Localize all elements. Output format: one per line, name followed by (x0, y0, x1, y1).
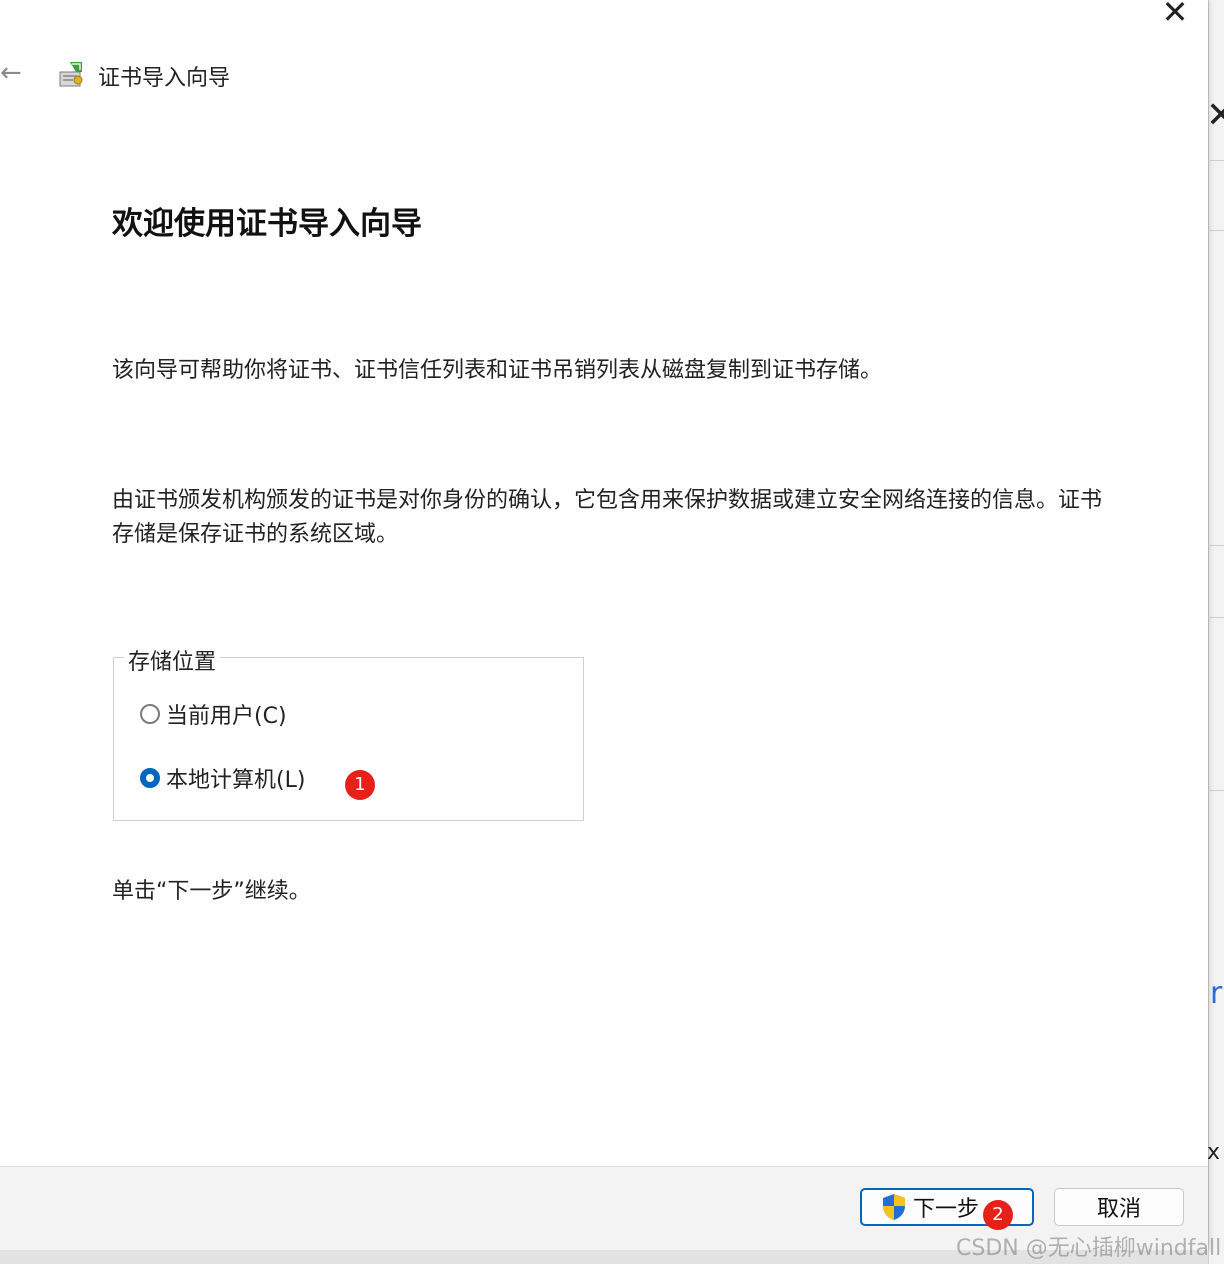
wizard-description: 该向导可帮助你将证书、证书信任列表和证书吊销列表从磁盘复制到证书存储。 (112, 358, 883, 383)
background-divider (1210, 230, 1224, 231)
radio-button-local-machine[interactable] (140, 768, 160, 788)
wizard-explanation: 由证书颁发机构颁发的证书是对你身份的确认，它包含用来保护数据或建立安全网络连接的… (112, 488, 1103, 547)
page-heading: 欢迎使用证书导入向导 (112, 206, 422, 242)
annotation-badge-2: 2 (983, 1200, 1013, 1230)
background-text-fragment: r (1210, 976, 1223, 1011)
next-button-label: 下一步 (912, 1197, 979, 1222)
watermark: CSDN @无心插柳windfall (956, 1236, 1222, 1261)
store-location-group (113, 657, 584, 821)
back-arrow-icon[interactable]: ← (0, 58, 30, 88)
background-divider (1210, 617, 1224, 618)
background-divider (1210, 160, 1224, 161)
close-icon[interactable]: ✕ (1152, 0, 1198, 30)
radio-label-current-user: 当前用户(C) (166, 704, 287, 729)
radio-label-local-machine: 本地计算机(L) (166, 768, 306, 793)
certificate-import-wizard-dialog: ✕ ← 证书导入向导 欢迎使用证书导入向导 该向导可帮助你将证书、证书信任列表和… (0, 0, 1208, 1251)
background-divider (1210, 790, 1224, 791)
radio-current-user[interactable]: 当前用户(C) (140, 699, 287, 729)
background-divider (1210, 545, 1224, 546)
uac-shield-icon (882, 1194, 905, 1220)
background-close-icon: ✕ (1206, 95, 1224, 136)
store-location-legend: 存储位置 (124, 644, 221, 676)
radio-button-current-user[interactable] (140, 704, 160, 724)
radio-local-machine[interactable]: 本地计算机(L) (140, 763, 305, 793)
background-window (1208, 0, 1224, 1264)
background-text-fragment: x (1207, 1140, 1221, 1165)
annotation-badge-1: 1 (345, 770, 375, 800)
wizard-title: 证书导入向导 (98, 66, 231, 91)
cancel-button[interactable]: 取消 (1054, 1188, 1184, 1226)
certificate-wizard-icon (59, 62, 83, 87)
continue-hint: 单击“下一步”继续。 (112, 879, 311, 904)
